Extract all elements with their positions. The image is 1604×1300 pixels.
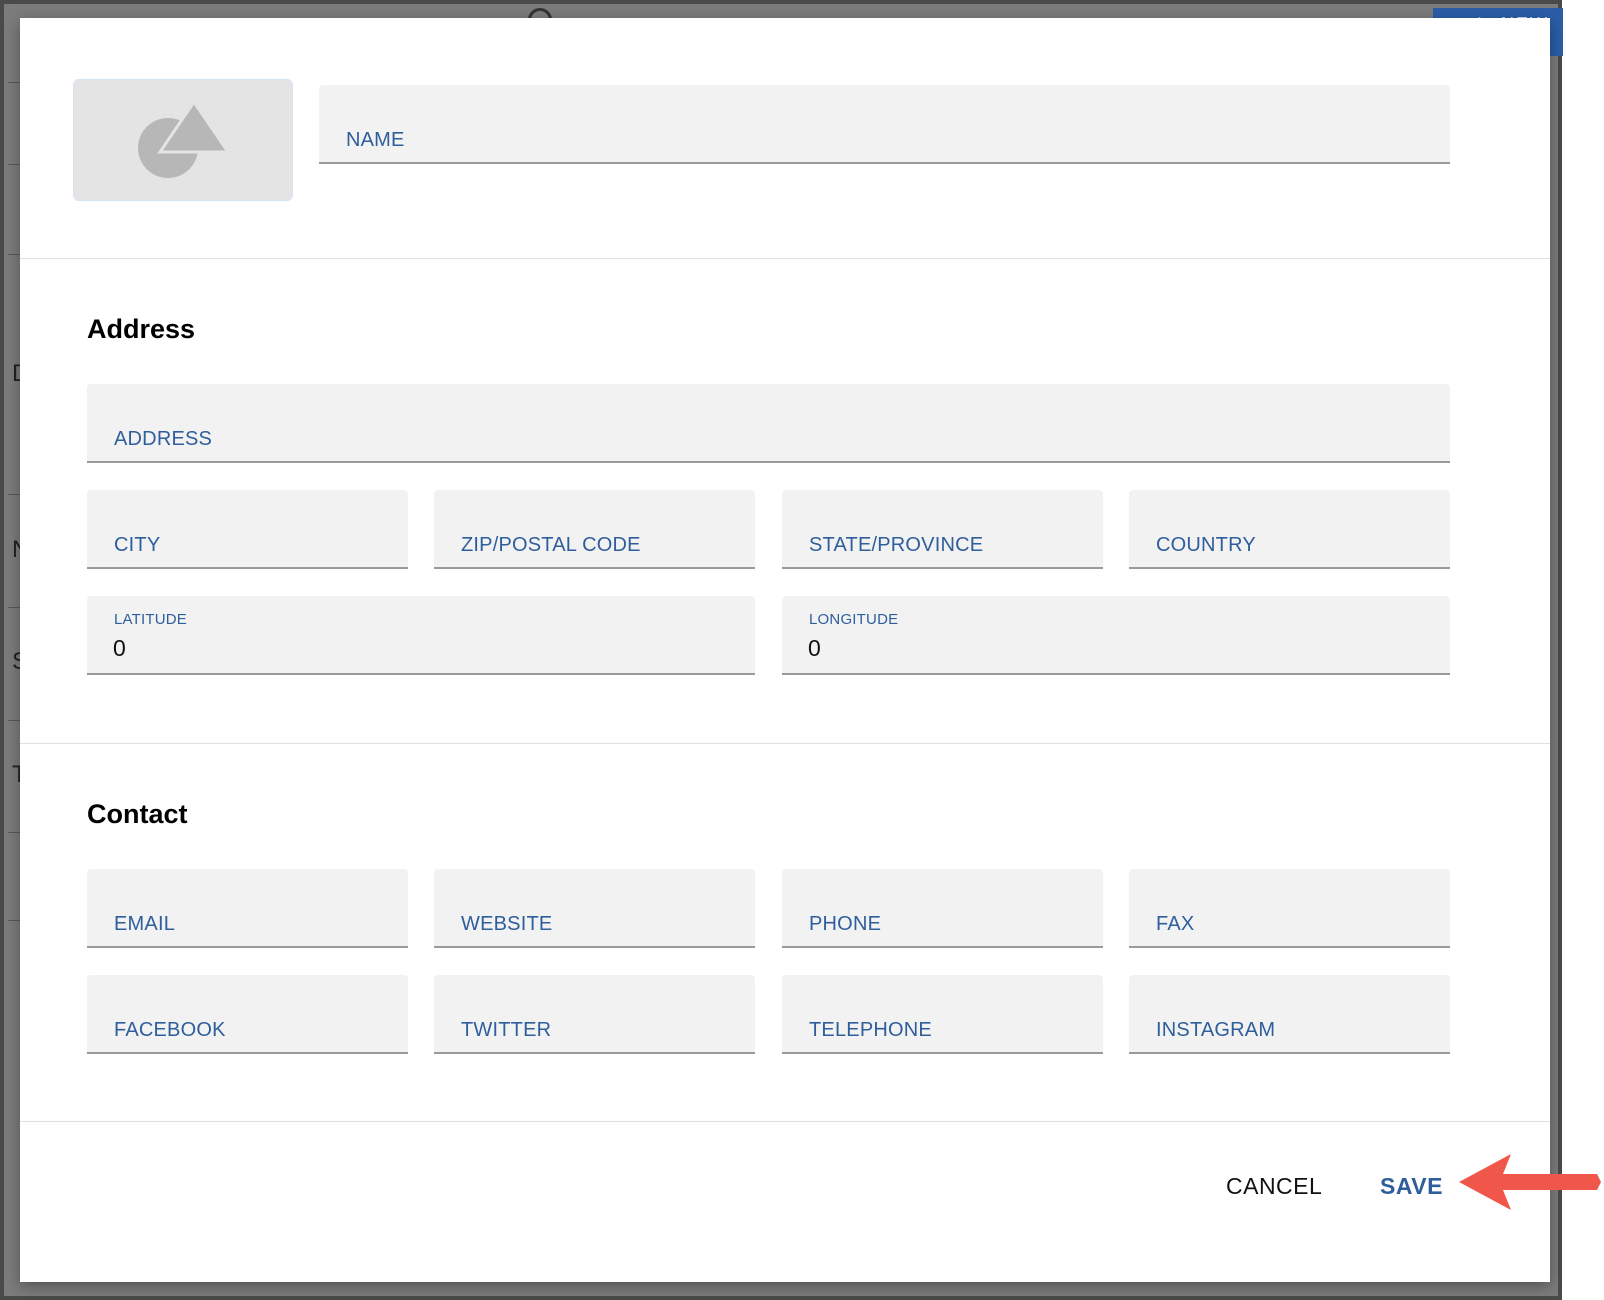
email-field[interactable]: EMAIL: [87, 869, 408, 948]
longitude-field[interactable]: LONGITUDE 0: [782, 596, 1450, 675]
zip-field[interactable]: ZIP/POSTAL CODE: [434, 490, 755, 569]
longitude-value: 0: [808, 635, 821, 661]
facebook-label: FACEBOOK: [114, 1019, 226, 1041]
state-label: STATE/PROVINCE: [809, 534, 984, 556]
email-label: EMAIL: [114, 913, 176, 935]
fax-label: FAX: [1156, 913, 1195, 935]
section-divider: [20, 743, 1550, 744]
telephone-label: TELEPHONE: [809, 1019, 932, 1041]
city-field[interactable]: CITY: [87, 490, 408, 569]
edit-dialog: NAME Address ADDRESS CITY ZIP/POSTAL COD…: [20, 18, 1550, 1282]
address-section-title: Address: [87, 314, 196, 344]
image-upload[interactable]: [73, 79, 293, 201]
fax-field[interactable]: FAX: [1129, 869, 1450, 948]
section-divider: [20, 258, 1550, 259]
telephone-field[interactable]: TELEPHONE: [782, 975, 1103, 1054]
state-field[interactable]: STATE/PROVINCE: [782, 490, 1103, 569]
section-divider: [20, 1121, 1550, 1122]
save-button[interactable]: SAVE: [1380, 1173, 1443, 1200]
twitter-field[interactable]: TWITTER: [434, 975, 755, 1054]
twitter-label: TWITTER: [461, 1019, 552, 1041]
address-field[interactable]: ADDRESS: [87, 384, 1450, 463]
phone-label: PHONE: [809, 913, 882, 935]
country-field[interactable]: COUNTRY: [1129, 490, 1450, 569]
arrow-left-icon: [1459, 1154, 1601, 1210]
country-label: COUNTRY: [1156, 534, 1256, 556]
address-label: ADDRESS: [114, 428, 213, 450]
latitude-field[interactable]: LATITUDE 0: [87, 596, 755, 675]
website-label: WEBSITE: [461, 913, 553, 935]
city-label: CITY: [114, 534, 161, 556]
name-label: NAME: [346, 129, 405, 151]
latitude-value: 0: [113, 635, 126, 661]
zip-label: ZIP/POSTAL CODE: [461, 534, 641, 556]
website-field[interactable]: WEBSITE: [434, 869, 755, 948]
longitude-label: LONGITUDE: [809, 611, 899, 628]
cancel-button[interactable]: CANCEL: [1226, 1173, 1322, 1200]
shapes-icon: [138, 100, 231, 178]
instagram-field[interactable]: INSTAGRAM: [1129, 975, 1450, 1054]
contact-section-title: Contact: [87, 799, 188, 829]
instagram-label: INSTAGRAM: [1156, 1019, 1276, 1041]
name-field[interactable]: NAME: [319, 85, 1450, 164]
latitude-label: LATITUDE: [114, 611, 187, 628]
facebook-field[interactable]: FACEBOOK: [87, 975, 408, 1054]
phone-field[interactable]: PHONE: [782, 869, 1103, 948]
